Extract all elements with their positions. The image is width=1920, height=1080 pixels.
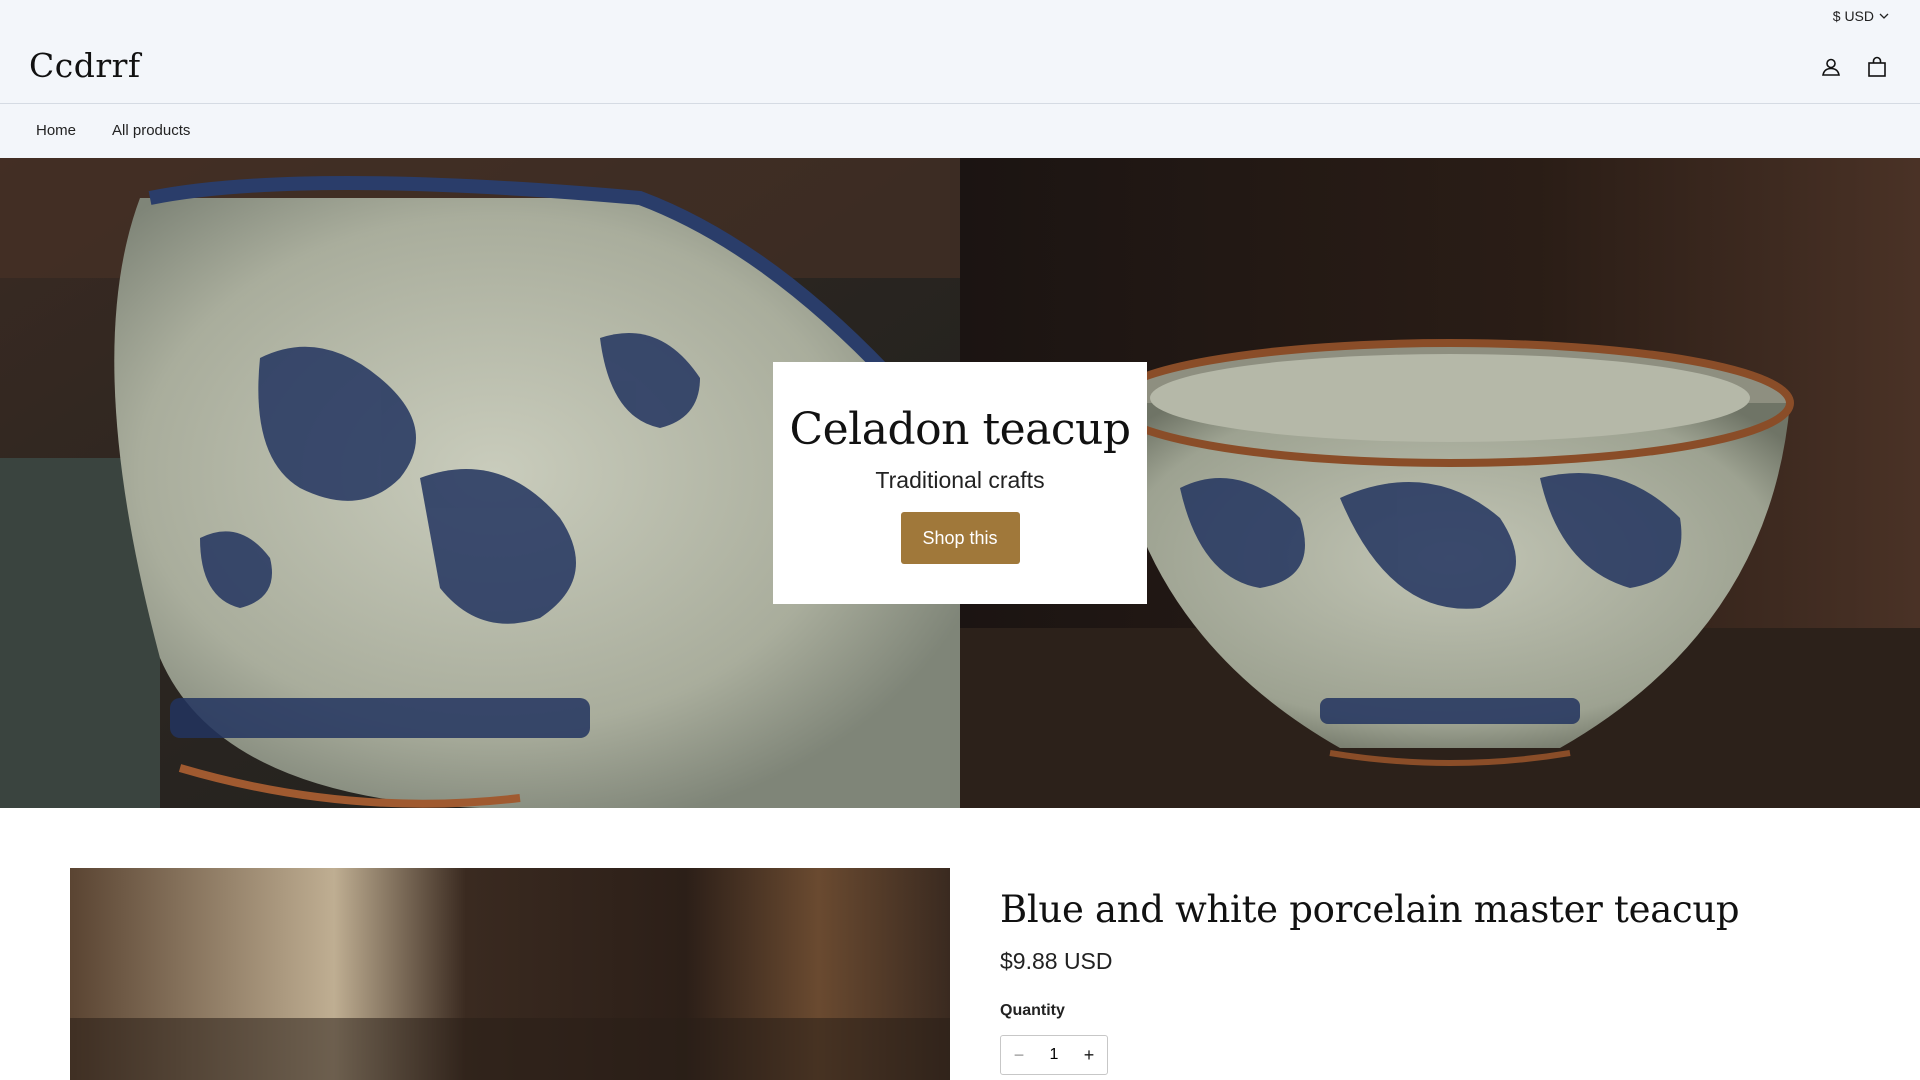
product-title: Blue and white porcelain master teacup <box>1000 888 1740 931</box>
cart-button[interactable] <box>1864 54 1890 80</box>
header-actions <box>1818 54 1890 80</box>
quantity-stepper: − + <box>1000 1035 1108 1075</box>
hero-title: Celadon teacup <box>789 404 1131 455</box>
nav-item-all-products[interactable]: All products <box>112 122 190 139</box>
quantity-input[interactable] <box>1039 1046 1069 1064</box>
account-button[interactable] <box>1818 54 1844 80</box>
minus-icon[interactable]: − <box>1009 1045 1029 1066</box>
site-logo[interactable]: Ccdrrf <box>29 46 141 85</box>
account-icon <box>1822 58 1840 76</box>
product-image[interactable] <box>70 868 950 1080</box>
cart-icon <box>1868 56 1886 77</box>
plus-icon[interactable]: + <box>1079 1045 1099 1066</box>
currency-selector[interactable]: $ USD <box>1833 8 1890 24</box>
nav-item-home[interactable]: Home <box>36 122 76 139</box>
header-divider <box>0 103 1920 104</box>
chevron-down-icon <box>1879 13 1889 19</box>
hero-card: Celadon teacup Traditional crafts Shop t… <box>773 362 1147 604</box>
site-header: $ USD Ccdrrf Home All products <box>0 0 1920 158</box>
main-nav: Home All products <box>36 122 190 139</box>
product-price: $9.88 USD <box>1000 948 1113 974</box>
quantity-label: Quantity <box>1000 1002 1065 1019</box>
hero-subtitle: Traditional crafts <box>875 467 1045 493</box>
shop-this-button[interactable]: Shop this <box>900 512 1020 564</box>
currency-label: $ USD <box>1832 8 1874 24</box>
